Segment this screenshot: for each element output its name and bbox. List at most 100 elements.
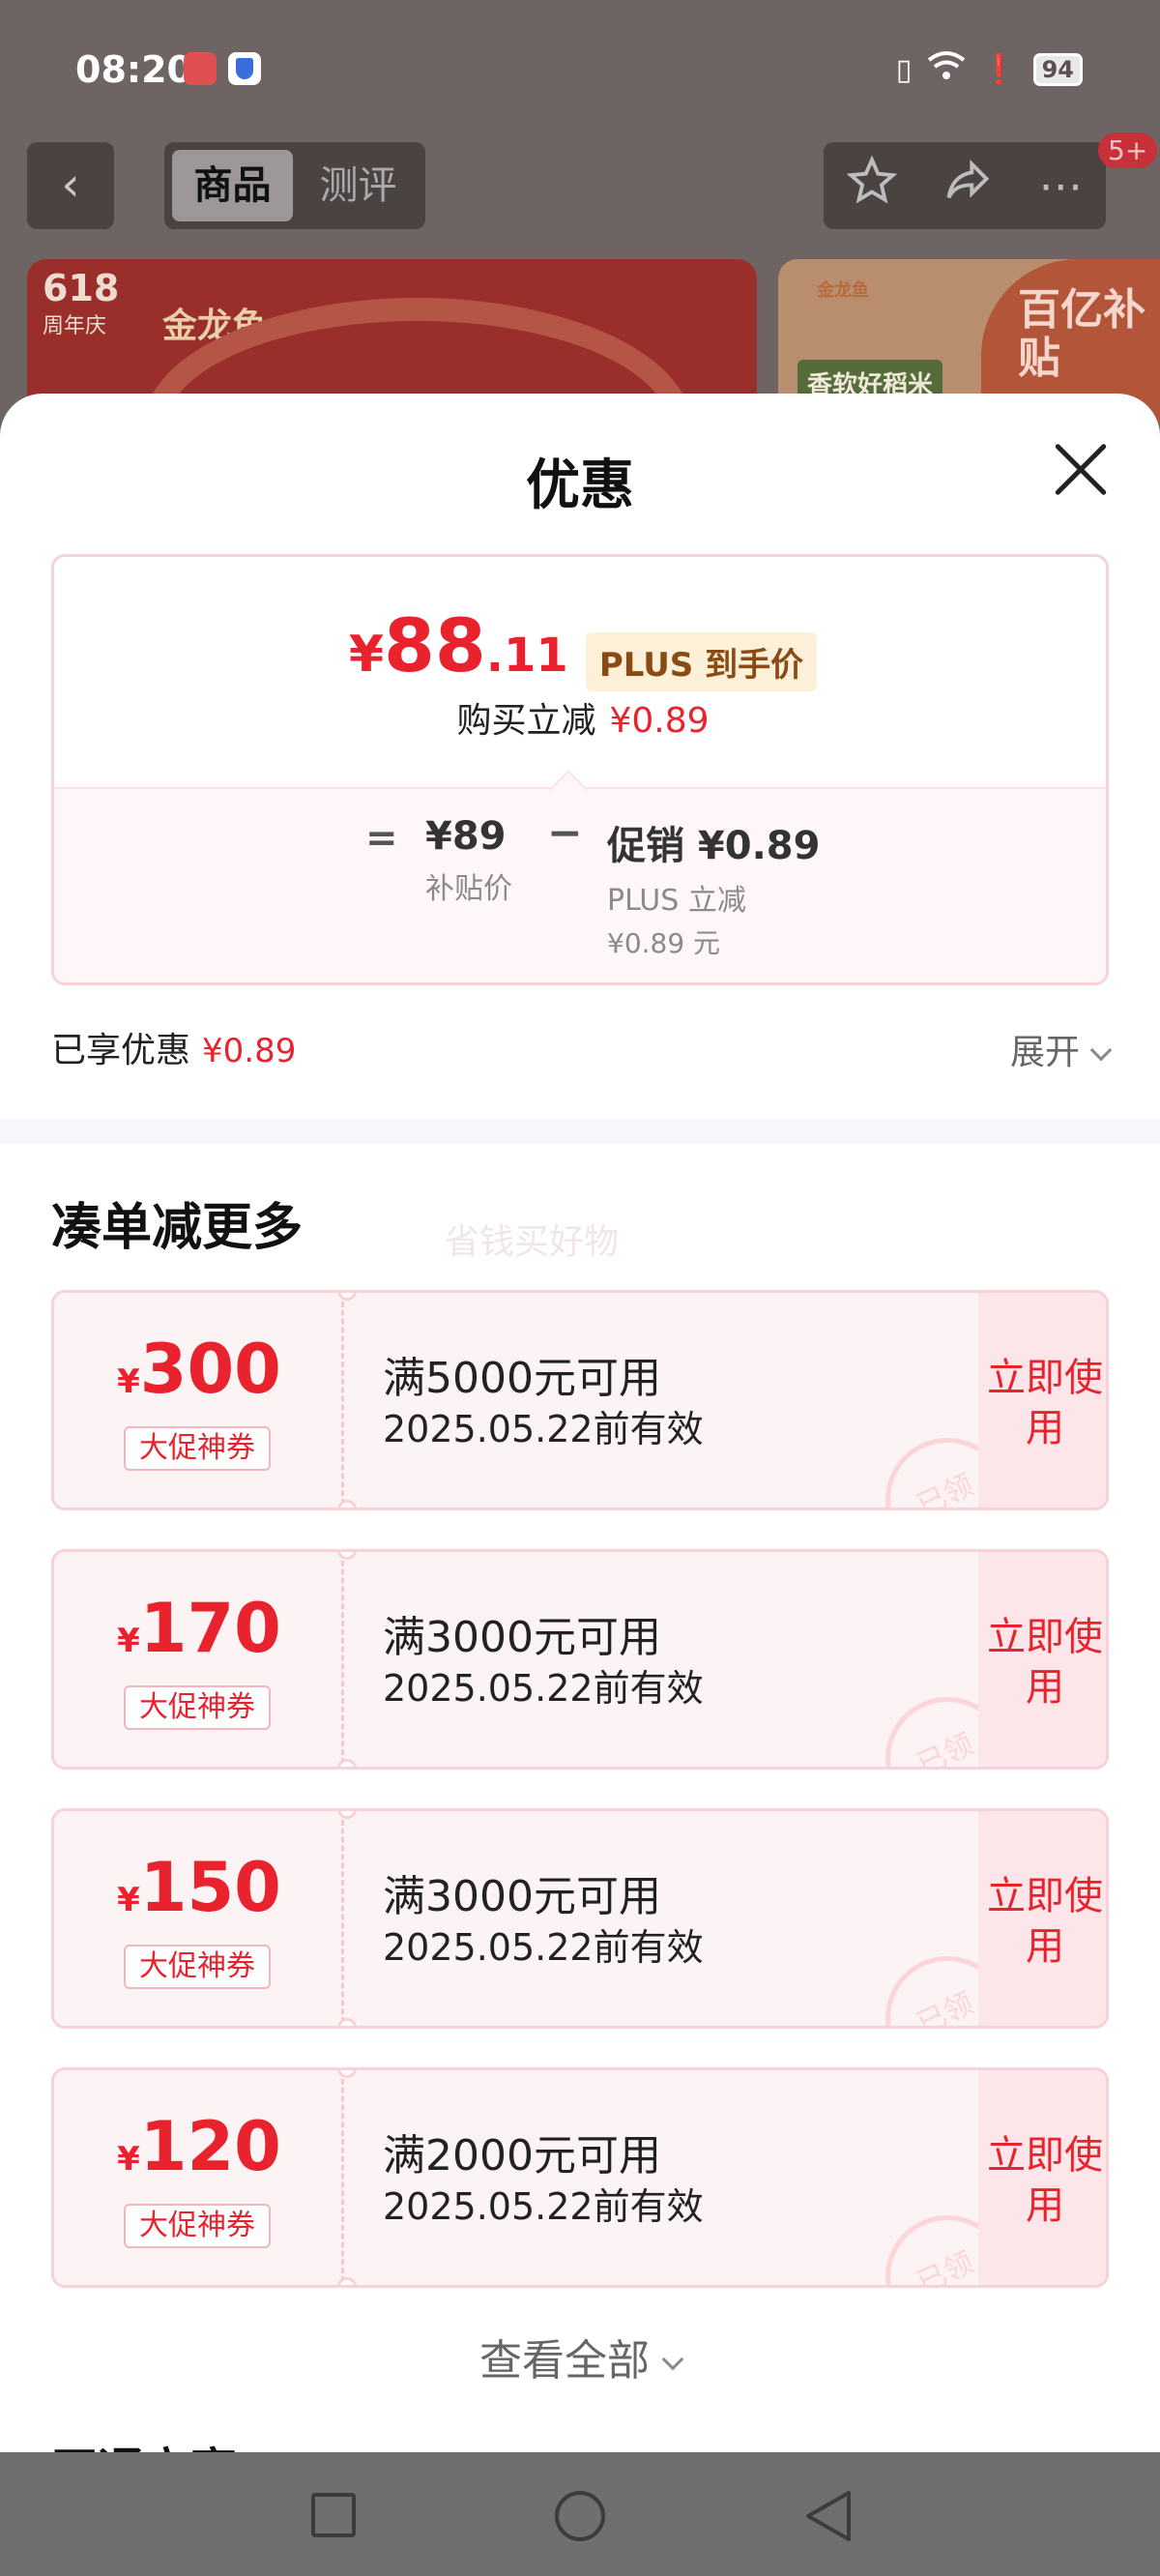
subsidy-price-col: ¥89 补贴价 bbox=[425, 814, 512, 907]
coupon-card: ¥300 大促神券 满5000元可用 2025.05.22前有效 已领 立即使用 bbox=[51, 1290, 1109, 1510]
next-section-title: 开通立享 bbox=[51, 2432, 237, 2453]
coupon-notch bbox=[337, 2018, 357, 2026]
notification-badge: 5+ bbox=[1098, 132, 1158, 168]
discount-sheet: 优惠 ¥88.11 PLUS 到手价 购买立减 ¥0.89 = ¥89 补贴价 −… bbox=[0, 394, 1160, 2453]
use-now-button[interactable]: 立即使用 bbox=[978, 1552, 1106, 1767]
use-now-button[interactable]: 立即使用 bbox=[978, 1811, 1106, 2026]
coupon-amount-num: 170 bbox=[139, 1589, 281, 1668]
coupon-value-area: ¥300 大促神券 bbox=[54, 1293, 344, 1508]
price-int: 88 bbox=[384, 602, 486, 688]
price-dec: .11 bbox=[485, 629, 568, 683]
vibrate-icon: ▯ bbox=[895, 52, 913, 87]
banner-618-sub: 周年庆 bbox=[43, 314, 107, 338]
status-icons: ▯ ❗ 94 bbox=[896, 50, 1083, 89]
enjoyed-discount-row: 已享优惠 ¥0.89 展开 bbox=[51, 1022, 1113, 1080]
coupon-amount: ¥150 bbox=[54, 1852, 344, 1923]
coupon-condition: 满3000元可用 bbox=[383, 1872, 661, 1921]
status-time: 08:20 bbox=[75, 48, 192, 91]
coupon-card: ¥150 大促神券 满3000元可用 2025.05.22前有效 已领 立即使用 bbox=[51, 1808, 1109, 2029]
app-notification-icon bbox=[184, 52, 217, 85]
tab-review[interactable]: 测评 bbox=[298, 150, 419, 221]
watermark: 省钱买好物 bbox=[445, 1222, 620, 1262]
coupon-amount-num: 300 bbox=[139, 1330, 281, 1409]
coupon-date: 2025.05.22前有效 bbox=[383, 1926, 704, 1969]
chevron-down-icon bbox=[661, 2348, 684, 2371]
coupon-yen: ¥ bbox=[117, 1622, 140, 1660]
final-price: ¥88.11 bbox=[349, 607, 568, 705]
banner-brand: 金龙鱼 bbox=[162, 307, 268, 346]
coupon-card: ¥120 大促神券 满2000元可用 2025.05.22前有效 已领 立即使用 bbox=[51, 2067, 1109, 2288]
banner-618-logo: 618 周年庆 bbox=[43, 269, 119, 346]
coupon-amount-num: 150 bbox=[139, 1848, 281, 1927]
back-arrow-icon[interactable]: ‹ bbox=[27, 142, 114, 229]
coupon-yen: ¥ bbox=[117, 1881, 140, 1919]
reduce-amount: ¥0.89 bbox=[609, 701, 710, 741]
coupon-tag: 大促神券 bbox=[124, 1945, 271, 1989]
coupon-tag: 大促神券 bbox=[124, 2204, 271, 2248]
price-line: ¥88.11 PLUS 到手价 bbox=[54, 607, 1106, 705]
view-all-label: 查看全部 bbox=[479, 2336, 650, 2386]
home-icon[interactable] bbox=[555, 2491, 605, 2541]
coupon-amount: ¥120 bbox=[54, 2111, 344, 2182]
reduce-label: 购买立减 bbox=[456, 701, 596, 741]
use-now-button[interactable]: 立即使用 bbox=[978, 2070, 1106, 2285]
coupon-value-area: ¥150 大促神券 bbox=[54, 1811, 344, 2026]
coupon-card: ¥170 大促神券 满3000元可用 2025.05.22前有效 已领 立即使用 bbox=[51, 1549, 1109, 1770]
promo-value: 促销 ¥0.89 bbox=[607, 824, 821, 868]
coupon-amount-num: 120 bbox=[139, 2107, 281, 2186]
coupon-condition: 满3000元可用 bbox=[383, 1613, 661, 1662]
minus-sign: − bbox=[547, 808, 583, 858]
system-back-icon[interactable] bbox=[800, 2489, 858, 2543]
section-divider bbox=[0, 1119, 1160, 1144]
coupon-condition: 满2000元可用 bbox=[383, 2131, 661, 2181]
more-icon[interactable]: ⋯ bbox=[1038, 160, 1083, 212]
price-card: ¥88.11 PLUS 到手价 购买立减 ¥0.89 = ¥89 补贴价 − 促销… bbox=[51, 554, 1109, 985]
close-icon[interactable] bbox=[1052, 440, 1110, 498]
coupon-yen: ¥ bbox=[117, 1362, 140, 1401]
battery-indicator: 94 bbox=[1032, 53, 1083, 86]
status-bar: 08:20 ▯ ❗ 94 bbox=[0, 0, 1160, 135]
coupon-yen: ¥ bbox=[117, 2140, 140, 2179]
wifi-icon bbox=[927, 50, 966, 89]
promo-label: PLUS 立减 bbox=[607, 884, 746, 918]
alert-icon: ❗ bbox=[981, 52, 1018, 87]
coupon-condition: 满5000元可用 bbox=[383, 1354, 661, 1403]
plus-price-tag: PLUS 到手价 bbox=[585, 632, 818, 691]
coupon-amount: ¥170 bbox=[54, 1593, 344, 1664]
equals-sign: = bbox=[365, 816, 398, 861]
price-breakdown: = ¥89 补贴价 − 促销 ¥0.89 PLUS 立减 ¥0.89 元 bbox=[54, 787, 1106, 982]
coupon-amount: ¥300 bbox=[54, 1333, 344, 1405]
coupon-notch bbox=[337, 2277, 357, 2285]
use-now-button[interactable]: 立即使用 bbox=[978, 1293, 1106, 1508]
promo-col: 促销 ¥0.89 PLUS 立减 ¥0.89 元 bbox=[607, 814, 820, 961]
coupon-notch bbox=[337, 1500, 357, 1508]
coupon-date: 2025.05.22前有效 bbox=[383, 1667, 704, 1710]
price-yen: ¥ bbox=[348, 626, 385, 684]
expand-label: 展开 bbox=[1009, 1033, 1080, 1072]
tab-product[interactable]: 商品 bbox=[172, 150, 293, 221]
recents-icon[interactable] bbox=[311, 2493, 356, 2537]
coupon-value-area: ¥170 大促神券 bbox=[54, 1552, 344, 1767]
expand-button[interactable]: 展开 bbox=[1009, 1024, 1113, 1074]
star-icon[interactable] bbox=[846, 154, 898, 217]
section-title: 凑单减更多 bbox=[51, 1199, 304, 1257]
top-nav: ‹ 商品 测评 ⋯ 5+ bbox=[0, 132, 1160, 237]
sheet-title: 优惠 bbox=[526, 454, 634, 517]
banner-logo-mini: 金龙鱼 bbox=[817, 280, 869, 301]
view-all-button[interactable]: 查看全部 bbox=[0, 2326, 1160, 2387]
coupon-tag: 大促神券 bbox=[124, 1426, 271, 1471]
coupon-date: 2025.05.22前有效 bbox=[383, 2185, 704, 2228]
enjoyed-amount: ¥0.89 bbox=[202, 1032, 297, 1070]
subsidy-price-value: ¥89 bbox=[425, 814, 507, 859]
promo-sub: ¥0.89 元 bbox=[607, 927, 721, 959]
coupon-tag: 大促神券 bbox=[124, 1685, 271, 1730]
coupon-date: 2025.05.22前有效 bbox=[383, 1408, 704, 1450]
subsidy-price-label: 补贴价 bbox=[425, 872, 512, 906]
nav-tabs: 商品 测评 bbox=[164, 142, 425, 229]
enjoyed-label: 已享优惠 bbox=[51, 1031, 191, 1070]
shield-icon bbox=[228, 52, 261, 85]
price-top: ¥88.11 PLUS 到手价 购买立减 ¥0.89 bbox=[54, 557, 1106, 787]
share-icon[interactable] bbox=[942, 156, 993, 217]
reduce-line: 购买立减 ¥0.89 bbox=[54, 692, 1106, 743]
nav-actions: ⋯ bbox=[824, 142, 1106, 229]
